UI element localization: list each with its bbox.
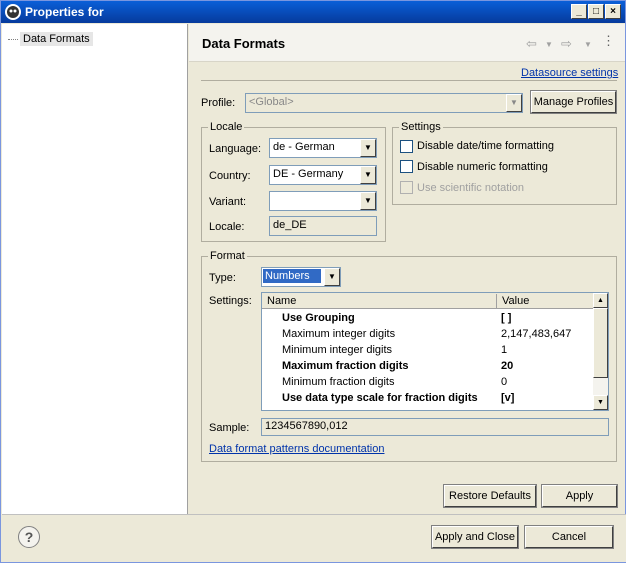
country-label: Country: — [209, 170, 251, 182]
restore-defaults-button[interactable]: Restore Defaults — [443, 484, 537, 508]
profile-value: <Global> — [249, 96, 294, 108]
locale-group-title: Locale — [208, 121, 245, 133]
country-combo[interactable]: DE - Germany ▼ — [269, 165, 377, 185]
table-row[interactable]: Use Grouping [ ] — [262, 310, 595, 326]
dialog-button-bar: ? Apply and Close Cancel — [2, 514, 626, 562]
tree-connector — [8, 39, 18, 40]
row-name: Use data type scale for fraction digits — [282, 392, 478, 404]
minimize-button[interactable]: _ — [571, 4, 587, 19]
forward-arrow-icon[interactable]: ⇨ — [561, 36, 572, 52]
content-pane: Data Formats ⇦ ▼ ⇨ ▼ ⋮ Datasource settin… — [189, 24, 625, 514]
navigation-tree: Data Formats — [2, 24, 188, 514]
view-menu-icon[interactable]: ⋮ — [602, 33, 615, 49]
chevron-down-icon[interactable]: ▼ — [324, 268, 340, 286]
row-name: Minimum integer digits — [282, 344, 393, 356]
variant-combo[interactable]: ▼ — [269, 191, 377, 211]
format-settings-table[interactable]: Name Value Use Grouping [ ] Maximum inte… — [261, 292, 609, 411]
tree-item-data-formats[interactable]: Data Formats — [20, 32, 93, 46]
page-header: Data Formats ⇦ ▼ ⇨ ▼ ⋮ — [189, 24, 625, 62]
table-header: Name Value — [262, 293, 595, 309]
close-button[interactable]: × — [605, 4, 621, 19]
column-divider — [496, 294, 497, 308]
scroll-down-icon[interactable]: ▼ — [593, 395, 608, 410]
table-row[interactable]: Maximum integer digits 2,147,483,647 — [262, 326, 595, 342]
row-value: [ ] — [501, 312, 512, 324]
locale-label: Locale: — [209, 221, 245, 233]
table-row[interactable]: Minimum integer digits 1 — [262, 342, 595, 358]
locale-field: de_DE — [269, 216, 377, 236]
back-arrow-icon[interactable]: ⇦ — [526, 36, 537, 52]
chevron-down-icon[interactable]: ▼ — [360, 166, 376, 184]
settings-label: Settings: — [209, 295, 252, 307]
row-name: Maximum integer digits — [282, 328, 396, 340]
profile-combo[interactable]: <Global> ▼ — [245, 93, 523, 113]
table-row[interactable]: Maximum fraction digits 20 — [262, 358, 595, 374]
datasource-settings-link[interactable]: Datasource settings — [521, 67, 618, 79]
chevron-down-icon[interactable]: ▼ — [360, 139, 376, 157]
language-value: de - German — [273, 141, 335, 153]
cancel-button[interactable]: Cancel — [524, 525, 614, 549]
table-row[interactable]: Use data type scale for fraction digits … — [262, 390, 595, 406]
row-value: [v] — [501, 392, 515, 404]
apply-and-close-button[interactable]: Apply and Close — [431, 525, 519, 549]
maximize-button[interactable]: □ — [588, 4, 604, 19]
type-combo[interactable]: Numbers ▼ — [261, 267, 341, 287]
type-label: Type: — [209, 272, 236, 284]
back-dropdown-icon[interactable]: ▼ — [545, 40, 553, 49]
disable-numeric-checkbox[interactable] — [400, 160, 413, 173]
disable-datetime-checkbox[interactable] — [400, 140, 413, 153]
settings-group-title: Settings — [399, 121, 443, 133]
scientific-notation-label: Use scientific notation — [417, 182, 524, 194]
chevron-down-icon[interactable]: ▼ — [506, 94, 522, 112]
row-name: Maximum fraction digits — [282, 360, 409, 372]
window-title: Properties for — [25, 5, 104, 19]
sample-label: Sample: — [209, 422, 250, 434]
table-row[interactable]: Minimum fraction digits 0 — [262, 374, 595, 390]
type-value: Numbers — [263, 269, 321, 283]
sample-field: 1234567890,012 — [261, 418, 609, 436]
row-name: Minimum fraction digits — [282, 376, 395, 388]
language-combo[interactable]: de - German ▼ — [269, 138, 377, 158]
profile-label: Profile: — [201, 97, 236, 109]
column-value-header[interactable]: Value — [502, 295, 529, 307]
help-icon[interactable]: ? — [18, 526, 40, 548]
disable-numeric-label: Disable numeric formatting — [417, 161, 548, 173]
country-value: DE - Germany — [273, 168, 344, 180]
vertical-scrollbar[interactable]: ▲ ▼ — [593, 293, 608, 410]
forward-dropdown-icon[interactable]: ▼ — [584, 40, 592, 49]
apply-button[interactable]: Apply — [541, 484, 618, 508]
manage-profiles-button[interactable]: Manage Profiles — [530, 90, 617, 114]
row-value: 2,147,483,647 — [501, 328, 572, 340]
scroll-thumb[interactable] — [593, 308, 608, 378]
scientific-notation-checkbox[interactable] — [400, 181, 413, 194]
column-name-header[interactable]: Name — [267, 295, 296, 307]
row-name: Use Grouping — [282, 312, 355, 324]
disable-datetime-label: Disable date/time formatting — [417, 140, 554, 152]
title-bar: Properties for _ □ × — [1, 1, 625, 23]
format-group-title: Format — [208, 250, 247, 262]
page-title: Data Formats — [202, 36, 286, 51]
row-value: 20 — [501, 360, 514, 372]
language-label: Language: — [209, 143, 261, 155]
properties-dialog: Properties for _ □ × Data Formats Data F… — [0, 0, 626, 563]
separator — [201, 80, 617, 81]
variant-label: Variant: — [209, 196, 247, 208]
chevron-down-icon[interactable]: ▼ — [360, 192, 376, 210]
scroll-up-icon[interactable]: ▲ — [593, 293, 608, 308]
row-value: 0 — [501, 376, 508, 388]
row-value: 1 — [501, 344, 508, 356]
patterns-documentation-link[interactable]: Data format patterns documentation — [209, 443, 384, 455]
app-icon — [5, 4, 21, 20]
